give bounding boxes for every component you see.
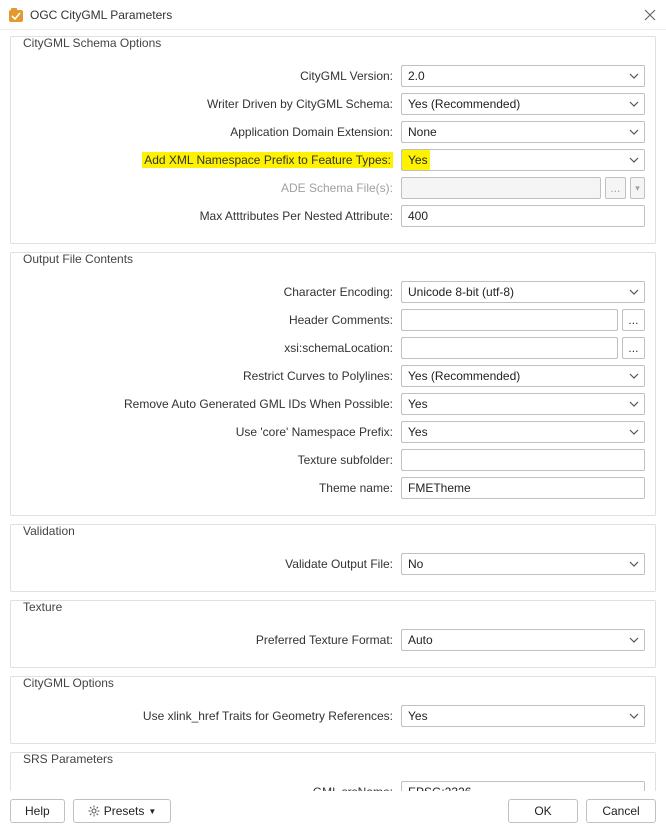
group-output-contents: Output File Contents Character Encoding:… — [10, 252, 656, 516]
input-texture-subfolder[interactable] — [401, 449, 645, 471]
label-validate-output: Validate Output File: — [21, 557, 401, 571]
group-validation: Validation Validate Output File: — [10, 524, 656, 592]
footer: Help Presets ▼ OK Cancel — [0, 791, 666, 833]
input-ade-schema-files — [401, 177, 601, 199]
label-xsi-schema: xsi:schemaLocation: — [21, 341, 401, 355]
dialog-body: CityGML Schema Options CityGML Version: … — [0, 30, 666, 791]
browse-button[interactable]: ... — [622, 337, 645, 359]
select-writer-driven[interactable] — [401, 93, 645, 115]
ok-label: OK — [534, 804, 551, 818]
select-ade[interactable] — [401, 121, 645, 143]
app-icon — [8, 7, 24, 23]
chevron-down-icon: ▾ — [635, 183, 640, 194]
label-ns-prefix: Add XML Namespace Prefix to Feature Type… — [21, 153, 401, 167]
ellipsis-icon: ... — [610, 181, 620, 195]
select-preferred-texture[interactable] — [401, 629, 645, 651]
help-label: Help — [25, 804, 50, 818]
label-restrict-curves: Restrict Curves to Polylines: — [21, 369, 401, 383]
browse-button: ... — [605, 177, 626, 199]
label-texture-subfolder: Texture subfolder: — [21, 453, 401, 467]
group-title: SRS Parameters — [19, 752, 117, 766]
window-title: OGC CityGML Parameters — [30, 8, 644, 22]
input-header-comments[interactable] — [401, 309, 618, 331]
label-xlink-href: Use xlink_href Traits for Geometry Refer… — [21, 709, 401, 723]
label-ade: Application Domain Extension: — [21, 125, 401, 139]
input-srs-name[interactable] — [401, 781, 645, 791]
select-core-ns[interactable] — [401, 421, 645, 443]
group-texture: Texture Preferred Texture Format: — [10, 600, 656, 668]
group-title: Output File Contents — [19, 252, 137, 266]
presets-label: Presets — [104, 804, 145, 818]
group-srs-parameters: SRS Parameters GML srsName: GML SRS Axis… — [10, 752, 656, 791]
input-theme-name[interactable] — [401, 477, 645, 499]
label-ade-schema-files: ADE Schema File(s): — [21, 181, 401, 195]
label-srs-name: GML srsName: — [21, 785, 401, 791]
label-core-ns: Use 'core' Namespace Prefix: — [21, 425, 401, 439]
cancel-label: Cancel — [602, 804, 639, 818]
ok-button[interactable]: OK — [508, 799, 578, 823]
select-char-encoding[interactable] — [401, 281, 645, 303]
label-header-comments: Header Comments: — [21, 313, 401, 327]
group-title: Texture — [19, 600, 66, 614]
help-button[interactable]: Help — [10, 799, 65, 823]
group-title: CityGML Schema Options — [19, 36, 165, 50]
input-xsi-schema[interactable] — [401, 337, 618, 359]
chevron-down-icon: ▼ — [148, 807, 156, 816]
window: OGC CityGML Parameters CityGML Schema Op… — [0, 0, 666, 833]
select-validate-output[interactable] — [401, 553, 645, 575]
group-schema-options: CityGML Schema Options CityGML Version: … — [10, 36, 656, 244]
input-max-attr[interactable] — [401, 205, 645, 227]
group-title: Validation — [19, 524, 79, 538]
gear-icon — [88, 805, 100, 817]
dropdown-button: ▾ — [630, 177, 645, 199]
close-icon[interactable] — [644, 9, 656, 21]
label-remove-gml-ids: Remove Auto Generated GML IDs When Possi… — [21, 397, 401, 411]
label-theme-name: Theme name: — [21, 481, 401, 495]
group-citygml-options: CityGML Options Use xlink_href Traits fo… — [10, 676, 656, 744]
ellipsis-icon: ... — [628, 341, 638, 355]
select-citygml-version[interactable] — [401, 65, 645, 87]
label-preferred-texture: Preferred Texture Format: — [21, 633, 401, 647]
select-remove-gml-ids[interactable] — [401, 393, 645, 415]
titlebar: OGC CityGML Parameters — [0, 0, 666, 30]
label-char-encoding: Character Encoding: — [21, 285, 401, 299]
browse-button[interactable]: ... — [622, 309, 645, 331]
label-writer-driven: Writer Driven by CityGML Schema: — [21, 97, 401, 111]
select-ns-prefix[interactable] — [401, 149, 645, 171]
label-max-attr: Max Atttributes Per Nested Attribute: — [21, 209, 401, 223]
presets-button[interactable]: Presets ▼ — [73, 799, 172, 823]
select-xlink-href[interactable] — [401, 705, 645, 727]
label-citygml-version: CityGML Version: — [21, 69, 401, 83]
highlight-ns-label: Add XML Namespace Prefix to Feature Type… — [142, 152, 393, 168]
cancel-button[interactable]: Cancel — [586, 799, 656, 823]
select-restrict-curves[interactable] — [401, 365, 645, 387]
ellipsis-icon: ... — [628, 313, 638, 327]
group-title: CityGML Options — [19, 676, 118, 690]
